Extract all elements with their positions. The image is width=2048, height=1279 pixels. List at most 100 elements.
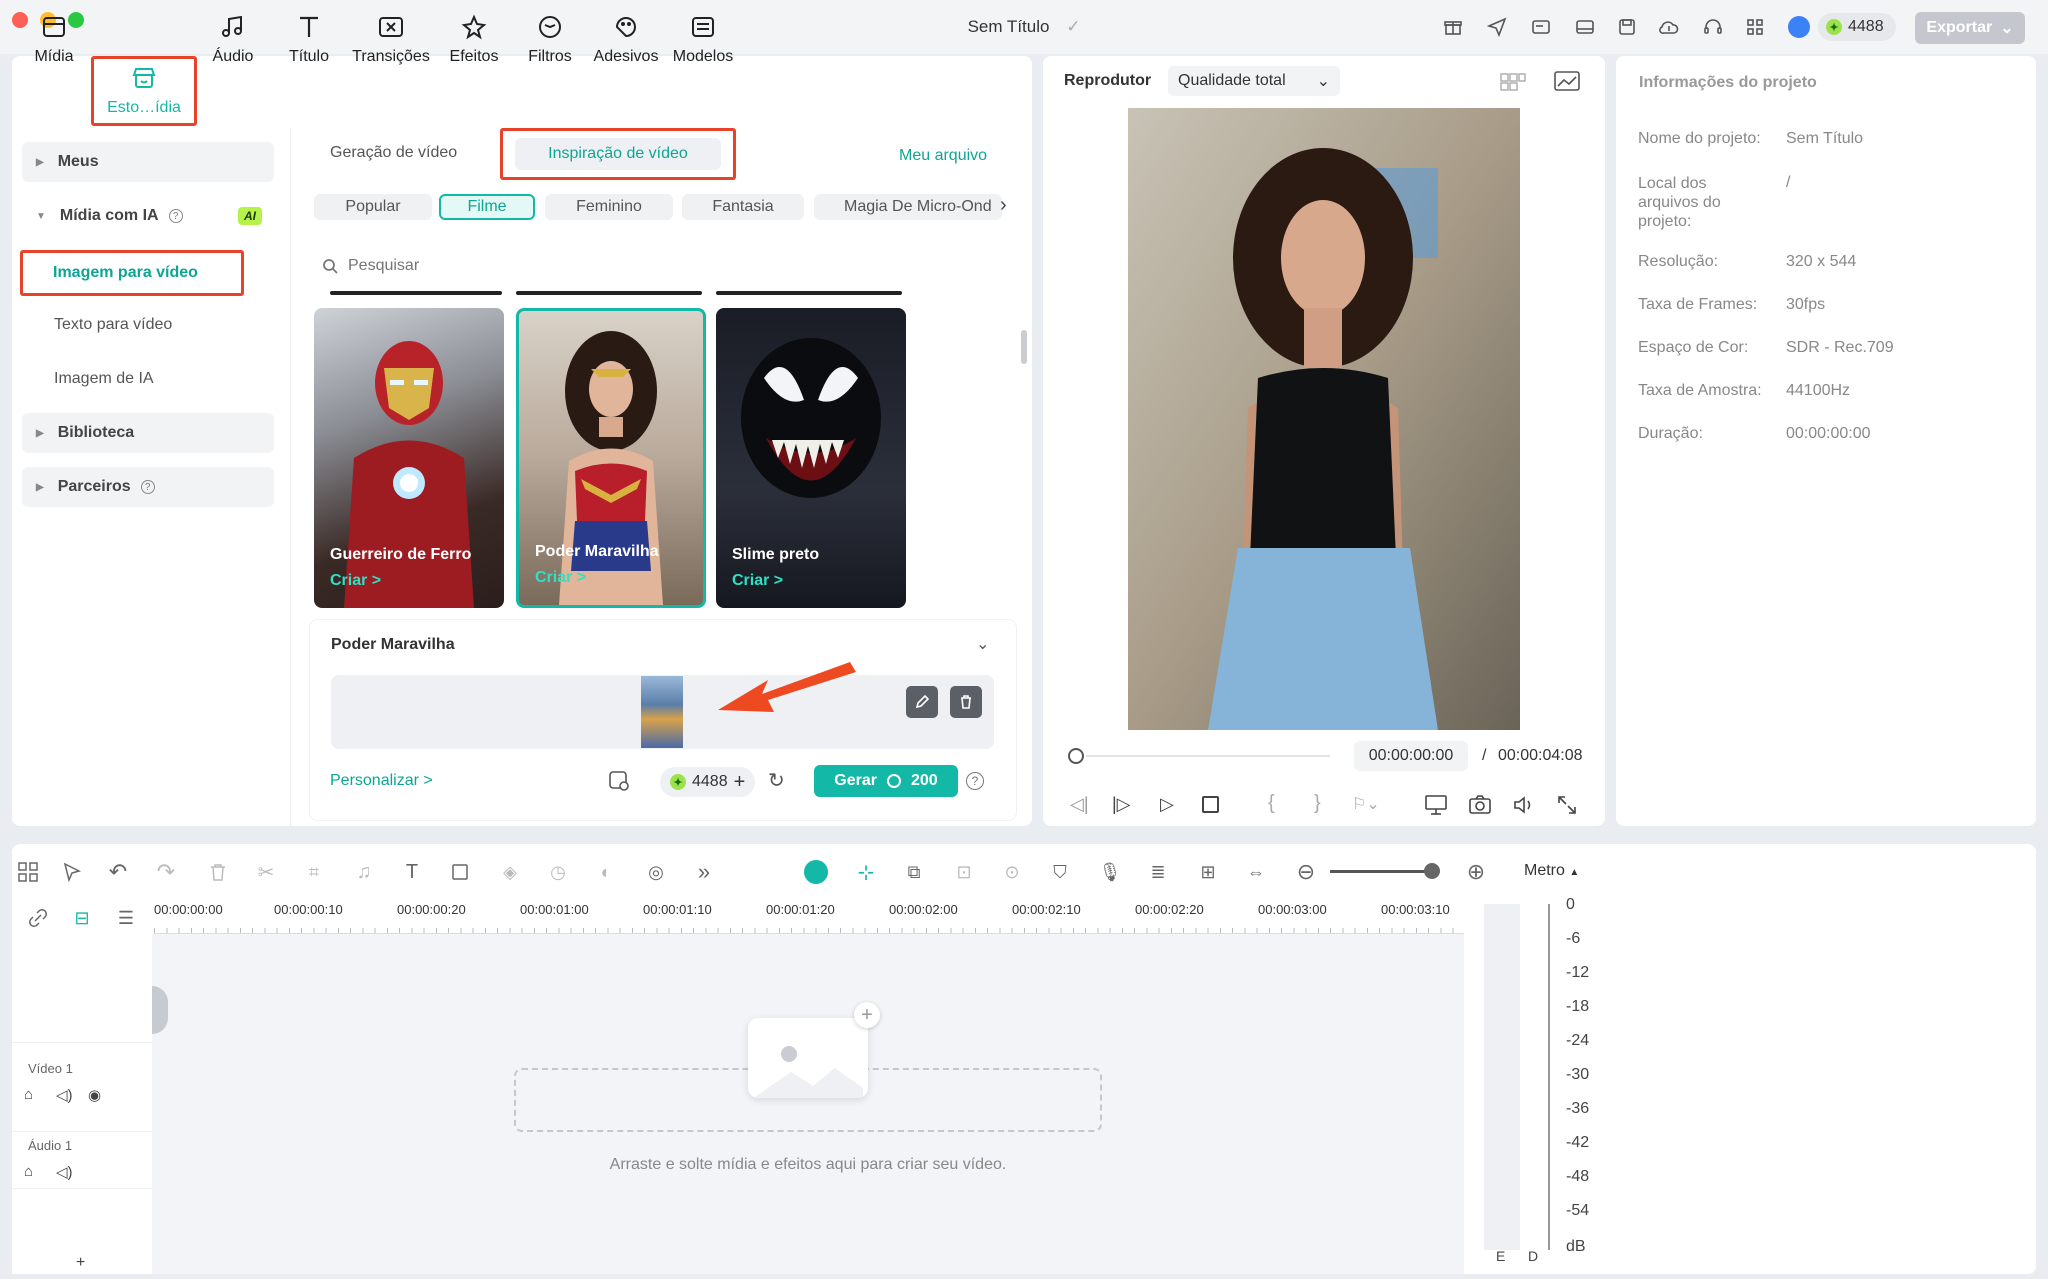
zoom-in-icon[interactable]: ⊕: [1462, 858, 1490, 886]
card-create-link[interactable]: Criar >: [535, 569, 586, 587]
lock-icon[interactable]: ⌂: [24, 1163, 33, 1180]
chip-microwave-magic[interactable]: Magia De Micro-Ond: [814, 194, 1002, 220]
tab-stock-media[interactable]: Esto…ídia: [91, 56, 197, 126]
refresh-icon[interactable]: ↻: [768, 768, 785, 793]
auto-reframe-icon[interactable]: ⊡: [950, 858, 978, 886]
select-tool-icon[interactable]: [58, 858, 86, 886]
camera-icon[interactable]: [1468, 794, 1492, 816]
customize-link[interactable]: Personalizar >: [330, 772, 433, 790]
sidebar-item-partners[interactable]: ▶ Parceiros ?: [22, 467, 274, 507]
link-icon[interactable]: ⊟: [68, 904, 96, 932]
zoom-slider-handle[interactable]: [1424, 863, 1440, 879]
generate-credits-badge[interactable]: ✦ 4488 +: [660, 767, 756, 797]
sidebar-item-ai-image[interactable]: Imagem de IA: [22, 359, 274, 399]
scene-detect-icon[interactable]: ⧉: [900, 858, 928, 886]
shape-icon[interactable]: [446, 858, 474, 886]
playhead-handle[interactable]: [1068, 748, 1084, 764]
undo-icon[interactable]: ↶: [104, 858, 132, 886]
subtab-video-inspiration[interactable]: Inspiração de vídeo: [500, 128, 736, 180]
play-icon[interactable]: ▷: [1160, 794, 1174, 815]
unlink-icon[interactable]: [24, 904, 52, 932]
speed-icon[interactable]: ◷: [544, 858, 572, 886]
crop-icon[interactable]: ⌗: [300, 858, 328, 886]
audio-edit-icon[interactable]: ♫: [350, 858, 378, 886]
ai-audio-icon[interactable]: ◎: [642, 858, 670, 886]
tab-filters[interactable]: Filtros: [520, 8, 580, 78]
display-icon[interactable]: [1424, 794, 1450, 816]
next-frame-icon[interactable]: |▷: [1112, 794, 1131, 815]
help-icon[interactable]: ?: [168, 209, 183, 223]
my-file-link[interactable]: Meu arquivo: [899, 147, 987, 165]
marker-icon[interactable]: ⚐⌄: [1352, 794, 1380, 814]
tab-transitions[interactable]: Transições: [350, 8, 432, 78]
zoom-slider[interactable]: [1330, 870, 1434, 873]
track-settings-icon[interactable]: ☰: [112, 904, 140, 932]
add-media-plus-icon[interactable]: +: [854, 1002, 880, 1028]
chip-film[interactable]: Filme: [439, 194, 535, 220]
current-time-field[interactable]: 00:00:00:00: [1354, 741, 1468, 771]
template-card-selected[interactable]: Poder Maravilha Criar >: [516, 308, 706, 608]
chip-feminine[interactable]: Feminino: [545, 194, 673, 220]
meter-toggle[interactable]: Metro ▲: [1524, 862, 1579, 880]
grid-view-icon[interactable]: [1500, 72, 1526, 92]
fullscreen-icon[interactable]: [1556, 794, 1578, 816]
zoom-out-icon[interactable]: ⊖: [1292, 858, 1320, 886]
lock-icon[interactable]: ⌂: [24, 1086, 33, 1103]
eye-icon[interactable]: ◉: [88, 1086, 101, 1104]
avatar[interactable]: [1788, 16, 1810, 38]
template-card[interactable]: Guerreiro de Ferro Criar >: [314, 308, 504, 608]
tab-title[interactable]: Título: [282, 8, 336, 78]
apps-grid-icon[interactable]: [1742, 14, 1768, 40]
mute-icon[interactable]: ◁): [56, 1163, 73, 1181]
search-input[interactable]: [348, 257, 648, 275]
tab-effects[interactable]: Efeitos: [446, 8, 502, 78]
tab-stickers[interactable]: Adesivos: [590, 8, 662, 78]
credits-badge[interactable]: ✦ 4488: [1818, 13, 1896, 41]
quality-select[interactable]: Qualidade total ⌄: [1168, 66, 1340, 96]
ai-settings-icon[interactable]: [606, 768, 632, 794]
microphone-icon[interactable]: 🎙︎: [1096, 858, 1124, 886]
layout-grid-icon[interactable]: [14, 858, 42, 886]
edit-image-button[interactable]: [906, 686, 938, 718]
card-icon[interactable]: [1528, 14, 1554, 40]
help-icon[interactable]: ?: [140, 480, 155, 494]
snap-icon[interactable]: ⊹: [852, 858, 880, 886]
playback-progress-track[interactable]: [1086, 755, 1330, 757]
mute-icon[interactable]: ◁): [56, 1086, 73, 1104]
sidebar-item-ai-media[interactable]: ▼ Mídia com IA ? AI: [22, 196, 274, 236]
tab-media[interactable]: Mídia: [24, 8, 84, 78]
mark-in-icon[interactable]: {: [1268, 792, 1275, 815]
library-scrollbar[interactable]: [1021, 330, 1027, 364]
mask-icon[interactable]: ◈: [496, 858, 524, 886]
save-icon[interactable]: [1614, 14, 1640, 40]
tab-templates[interactable]: Modelos: [670, 8, 736, 78]
ai-copilot-icon[interactable]: [804, 860, 828, 884]
color-palette-icon[interactable]: ◐: [592, 858, 620, 886]
sidebar-item-mine[interactable]: ▶ Meus: [22, 142, 274, 182]
template-card[interactable]: Slime preto Criar >: [716, 308, 906, 608]
tab-audio[interactable]: Áudio: [206, 8, 260, 78]
card-create-link[interactable]: Criar >: [330, 572, 381, 590]
chip-popular[interactable]: Popular: [314, 194, 432, 220]
fit-timeline-icon[interactable]: ⇔: [1242, 858, 1270, 886]
preview-render-icon[interactable]: ⊞: [1194, 858, 1222, 886]
subtab-video-generation[interactable]: Geração de vídeo: [330, 144, 457, 162]
generate-button[interactable]: Gerar 200: [814, 765, 958, 797]
export-button[interactable]: Exportar ⌄: [1915, 12, 2025, 44]
cloud-upload-icon[interactable]: [1656, 14, 1682, 40]
text-tool-icon[interactable]: T: [398, 858, 426, 886]
chip-fantasy[interactable]: Fantasia: [682, 194, 804, 220]
sidebar-item-image-to-video[interactable]: Imagem para vídeo: [20, 250, 244, 296]
sidebar-item-text-to-video[interactable]: Texto para vídeo: [22, 305, 274, 345]
redo-icon[interactable]: ↷: [152, 858, 180, 886]
card-create-link[interactable]: Criar >: [732, 572, 783, 590]
stop-icon[interactable]: [1202, 796, 1219, 813]
shield-icon[interactable]: ⛉: [1046, 858, 1074, 886]
gift-icon[interactable]: [1440, 14, 1466, 40]
collapse-chevron-icon[interactable]: ⌄: [976, 634, 989, 654]
layout-icon[interactable]: [1572, 14, 1598, 40]
search-box[interactable]: [322, 252, 1002, 280]
more-tools-icon[interactable]: »: [690, 858, 718, 886]
audio-mixer-icon[interactable]: ≣: [1144, 858, 1172, 886]
scissors-icon[interactable]: ✂: [252, 858, 280, 886]
